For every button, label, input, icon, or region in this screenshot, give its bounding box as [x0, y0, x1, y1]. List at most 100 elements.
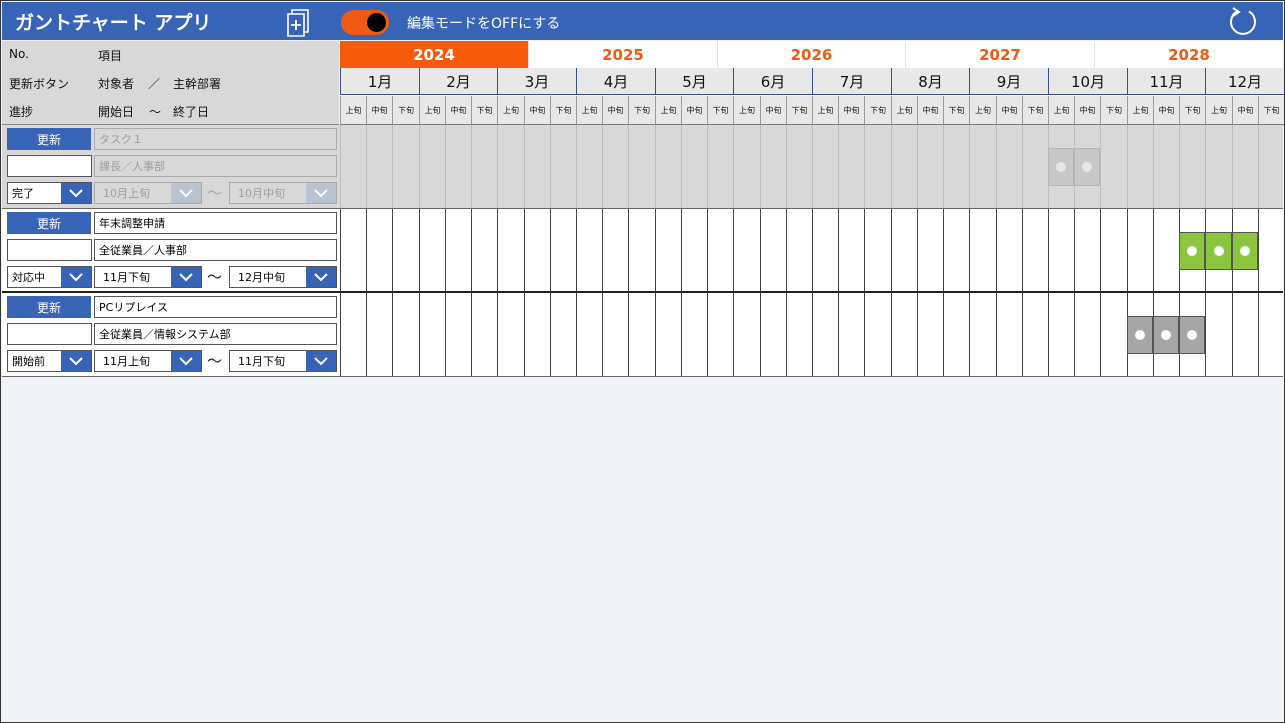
month-header-3: 3月 [497, 68, 576, 95]
assignee-field[interactable]: 全従業員／人事部 [94, 239, 337, 261]
gantt-cell [996, 209, 1022, 292]
refresh-button[interactable] [1227, 6, 1259, 38]
gantt-cell [1153, 209, 1179, 292]
status-dropdown[interactable]: 完了 [7, 182, 92, 204]
chevron-down-icon [314, 273, 328, 282]
update-button[interactable]: 更新 [7, 296, 91, 318]
decade-header: 上旬 [1127, 96, 1153, 125]
status-dropdown-chevron[interactable] [61, 267, 91, 287]
gantt-cell [576, 209, 602, 292]
slash-separator: ／ [148, 77, 161, 91]
update-button[interactable]: 更新 [7, 128, 91, 150]
gantt-bar-cell [1232, 232, 1258, 270]
gantt-cell [1179, 125, 1205, 208]
new-task-button[interactable] [286, 8, 312, 38]
gantt-cell [1205, 125, 1232, 208]
column-header-panel: No. 項目 更新ボタン 対象者 ／ 主幹部署 進捗 開始日 ～ 終了日 [2, 41, 339, 125]
gantt-bar-cell [1179, 316, 1205, 354]
start-date-value: 11月下旬 [103, 271, 150, 284]
task-title-field[interactable]: 年末調整申請 [94, 212, 337, 234]
gantt-cell [445, 209, 471, 292]
refresh-icon [1230, 7, 1256, 35]
end-date-chevron [306, 183, 336, 203]
status-dropdown-chevron[interactable] [61, 351, 91, 371]
gantt-cell [996, 293, 1022, 376]
month-header-10: 10月 [1048, 68, 1127, 95]
edit-mode-label: 編集モードをOFFにする [407, 16, 561, 32]
end-date-dropdown: 10月中旬 [229, 182, 337, 204]
end-date-chevron[interactable] [306, 351, 336, 371]
end-date-value: 10月中旬 [238, 187, 285, 200]
status-dropdown[interactable]: 開始前 [7, 350, 92, 372]
gantt-bar-cell [1179, 232, 1205, 270]
year-tab-2028[interactable]: 2028 [1095, 41, 1284, 68]
edit-mode-toggle[interactable] [341, 10, 389, 35]
end-date-chevron[interactable] [306, 267, 336, 287]
status-dropdown[interactable]: 対応中 [7, 266, 92, 288]
year-tab-2026[interactable]: 2026 [718, 41, 906, 68]
gantt-cell [681, 293, 707, 376]
task-number-field[interactable] [7, 323, 92, 345]
progress-dot [1187, 246, 1197, 256]
gantt-cell [891, 293, 917, 376]
gantt-cell [1022, 293, 1048, 376]
gantt-cell [812, 209, 838, 292]
month-header-5: 5月 [655, 68, 733, 95]
progress-dot [1240, 246, 1250, 256]
update-button[interactable]: 更新 [7, 212, 91, 234]
end-date-dropdown[interactable]: 12月中旬 [229, 266, 337, 288]
start-date-chevron[interactable] [171, 351, 201, 371]
gantt-cell [838, 125, 864, 208]
year-tab-2027[interactable]: 2027 [906, 41, 1095, 68]
decade-header: 下旬 [471, 96, 497, 125]
chevron-down-icon [69, 189, 83, 198]
progress-label: 進捗 [9, 105, 34, 119]
chevron-down-icon [314, 357, 328, 366]
start-date-label: 開始日 [98, 105, 135, 119]
gantt-cell [602, 209, 628, 292]
gantt-cell [602, 125, 628, 208]
gantt-cell [366, 209, 392, 292]
decade-header: 中旬 [1074, 96, 1100, 125]
gantt-cell [812, 125, 838, 208]
progress-dot [1161, 330, 1171, 340]
assignee-field[interactable]: 全従業員／情報システム部 [94, 323, 337, 345]
year-tab-2025[interactable]: 2025 [529, 41, 718, 68]
gantt-cell [471, 293, 497, 376]
status-value: 完了 [12, 187, 34, 200]
decade-header: 下旬 [392, 96, 419, 125]
start-date-dropdown[interactable]: 11月上旬 [94, 350, 202, 372]
task-title-field[interactable]: PCリプレイス [94, 296, 337, 318]
month-header-1: 1月 [340, 68, 419, 95]
status-value: 開始前 [12, 355, 45, 368]
gantt-cell [733, 125, 760, 208]
status-dropdown-chevron[interactable] [61, 183, 91, 203]
gantt-cell [864, 209, 891, 292]
gantt-cell [760, 293, 786, 376]
decade-header: 上旬 [1205, 96, 1232, 125]
start-date-dropdown[interactable]: 11月下旬 [94, 266, 202, 288]
gantt-cell [891, 125, 917, 208]
gantt-cell [471, 125, 497, 208]
task-title-field: タスク１ [94, 128, 337, 150]
decade-header: 中旬 [524, 96, 550, 125]
task-number-field[interactable] [7, 155, 92, 177]
gantt-cell [445, 125, 471, 208]
tilde-separator: ～ [207, 268, 223, 286]
year-tab-2024[interactable]: 2024 [340, 41, 529, 68]
decade-header: 中旬 [996, 96, 1022, 125]
new-document-icon [287, 9, 309, 37]
decade-header: 上旬 [733, 96, 760, 125]
end-date-dropdown[interactable]: 11月下旬 [229, 350, 337, 372]
gantt-cell [733, 209, 760, 292]
gantt-cell [340, 209, 366, 292]
gantt-bar-cell [1048, 148, 1074, 186]
gantt-cell [524, 209, 550, 292]
start-date-chevron[interactable] [171, 267, 201, 287]
task-number-field[interactable] [7, 239, 92, 261]
month-header-2: 2月 [419, 68, 497, 95]
gantt-cell [550, 293, 576, 376]
decade-header: 上旬 [1048, 96, 1074, 125]
end-date-label: 終了日 [173, 105, 210, 119]
gantt-cell [1022, 125, 1048, 208]
